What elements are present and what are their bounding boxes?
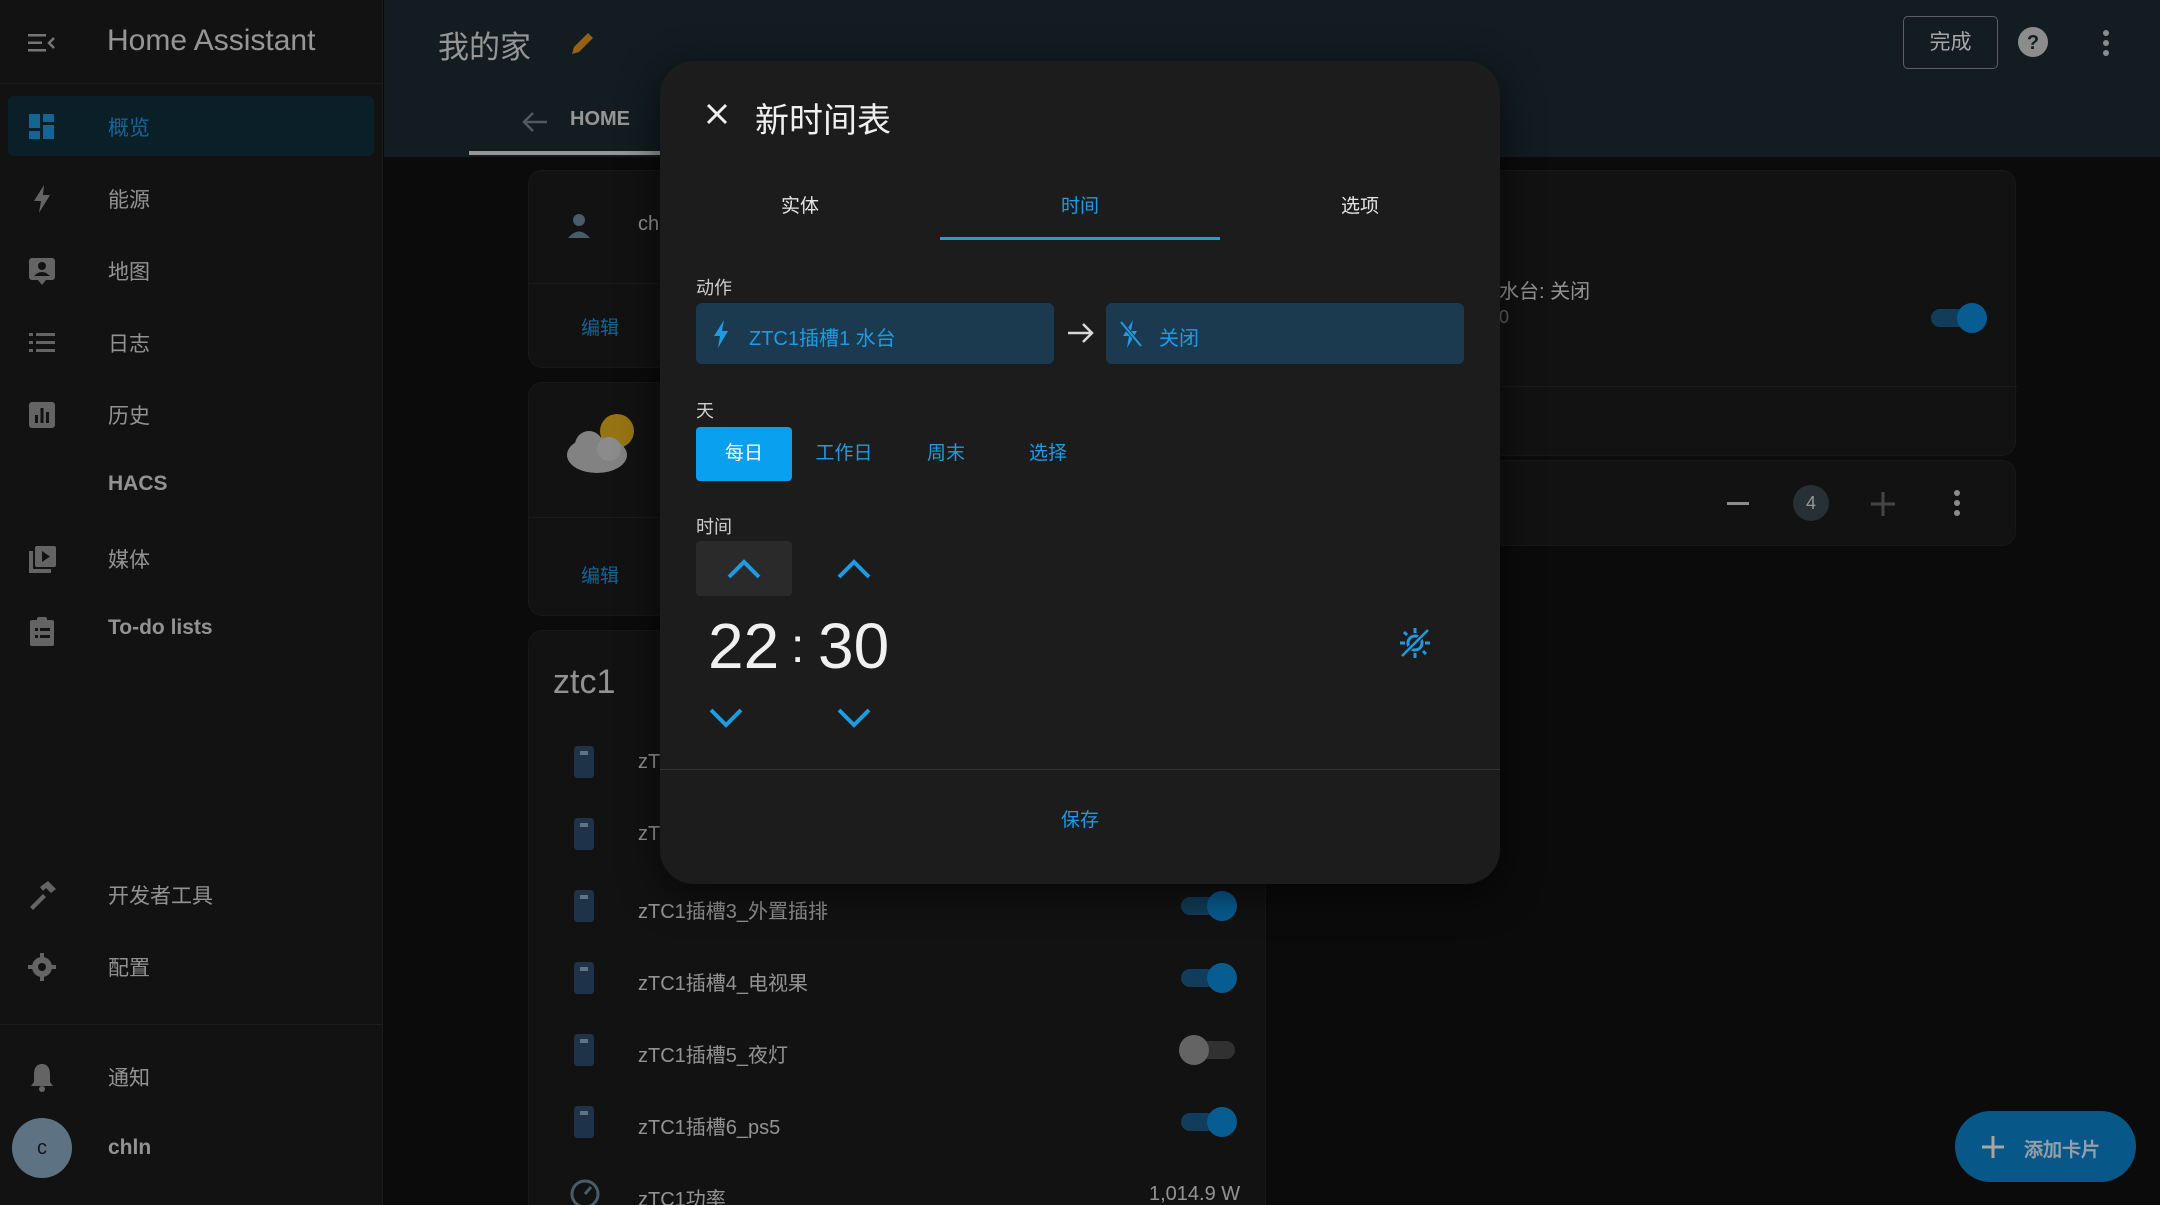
sun-off-icon[interactable] bbox=[1398, 626, 1432, 660]
lightning-icon bbox=[714, 320, 728, 348]
day-option-workday[interactable]: 工作日 bbox=[796, 427, 892, 481]
day-option-daily[interactable]: 每日 bbox=[696, 427, 792, 481]
minute-value[interactable]: 30 bbox=[818, 609, 889, 683]
tab-options[interactable]: 选项 bbox=[1220, 191, 1500, 218]
time-label: 时间 bbox=[696, 517, 732, 537]
flash-off-icon bbox=[1119, 320, 1143, 348]
dialog-footer-divider bbox=[660, 769, 1500, 770]
action-entity-select[interactable]: ZTC1插槽1 水台 bbox=[696, 303, 1054, 364]
arrow-right-icon bbox=[1068, 323, 1094, 343]
tab-indicator bbox=[940, 237, 1220, 240]
minute-increment-icon[interactable] bbox=[836, 558, 872, 580]
save-button[interactable]: 保存 bbox=[660, 805, 1500, 832]
day-option-custom[interactable]: 选择 bbox=[1000, 427, 1096, 481]
action-service-text: 关闭 bbox=[1159, 328, 1199, 350]
tab-time[interactable]: 时间 bbox=[940, 191, 1220, 218]
action-service-select[interactable]: 关闭 bbox=[1106, 303, 1464, 364]
new-schedule-dialog: 新时间表 实体 时间 选项 动作 ZTC1插槽1 水台 关闭 天 每日 工作日 … bbox=[660, 61, 1500, 884]
chevron-up-icon bbox=[727, 559, 761, 579]
minute-decrement-icon[interactable] bbox=[836, 707, 872, 729]
days-label: 天 bbox=[696, 401, 714, 421]
hour-decrement-icon[interactable] bbox=[708, 707, 744, 729]
dialog-title: 新时间表 bbox=[755, 102, 891, 140]
hour-increment-button[interactable] bbox=[696, 541, 792, 596]
close-icon[interactable] bbox=[702, 99, 732, 129]
action-label: 动作 bbox=[696, 278, 732, 298]
hour-value[interactable]: 22 bbox=[708, 609, 779, 683]
time-separator: : bbox=[791, 620, 805, 673]
tab-entity[interactable]: 实体 bbox=[660, 191, 940, 218]
action-entity-text: ZTC1插槽1 水台 bbox=[749, 328, 896, 350]
day-option-weekend[interactable]: 周末 bbox=[898, 427, 994, 481]
